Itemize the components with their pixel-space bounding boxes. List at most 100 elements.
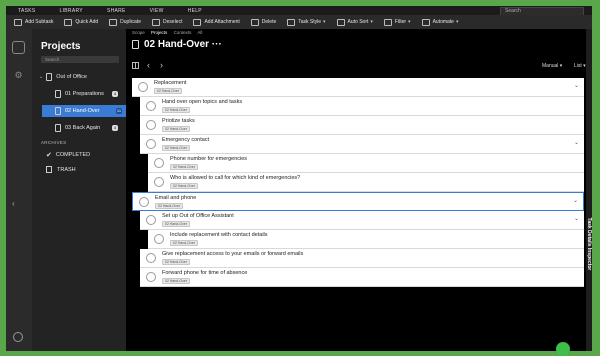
task-row-emergency-contact[interactable]: Emergency contact 02 Hand-Over ⌄ (140, 135, 584, 154)
task-row-who-may-call[interactable]: Who is allowed to call for which kind of… (148, 173, 584, 192)
add-attachment-label: Add Attachment (204, 19, 240, 25)
left-rail: ⚙ ‹ (6, 29, 32, 351)
document-icon (55, 124, 61, 132)
menu-share[interactable]: SHARE (95, 8, 138, 14)
task-checkbox[interactable] (154, 177, 164, 187)
menu-tasks[interactable]: TASKS (6, 8, 48, 14)
delete-icon (250, 18, 259, 26)
sidebar-item-out-of-office[interactable]: ⌄ Out of Office (39, 71, 122, 83)
expand-chevron-icon[interactable]: ⌄ (573, 197, 578, 204)
quick-add-label: Quick Add (75, 19, 99, 25)
forward-arrow-icon[interactable]: › (160, 60, 163, 70)
sidebar-item-completed[interactable]: ✔ COMPLETED (46, 151, 90, 159)
expand-chevron-icon[interactable]: ⌄ (574, 215, 579, 222)
task-name: Replacement (154, 80, 187, 86)
quick-add-icon (64, 18, 73, 26)
automate-button[interactable]: Automate ▾ (421, 18, 459, 26)
task-checkbox[interactable] (154, 158, 164, 168)
project-tag: 02 Hand-Over (154, 88, 182, 94)
task-row-priotize[interactable]: Priotize tasks 02 Hand-Over (140, 116, 584, 135)
task-checkbox[interactable] (146, 120, 156, 130)
sidebar-search-input[interactable]: Search (41, 56, 119, 63)
chevron-down-icon: ▾ (559, 63, 563, 69)
sidebar-item-02-hand-over[interactable]: 02 Hand-Over 11 (42, 105, 126, 117)
delete-label: Delete (261, 19, 277, 25)
sidebar-item-01-preparations[interactable]: 01 Preparations 4 (47, 88, 122, 100)
task-checkbox[interactable] (154, 234, 164, 244)
task-checkbox[interactable] (146, 215, 156, 225)
sort-mode-select[interactable]: Manual ▾ (542, 63, 562, 69)
task-checkbox[interactable] (146, 253, 156, 263)
add-subtask-button[interactable]: Add Subtask (14, 18, 53, 26)
task-style-icon (287, 18, 296, 26)
automate-icon (421, 18, 430, 26)
user-avatar-icon[interactable] (13, 332, 23, 342)
menu-library[interactable]: LIBRARY (48, 8, 95, 14)
delete-button[interactable]: Delete (250, 18, 277, 26)
sidebar-item-label: Out of Office (56, 74, 87, 80)
task-row-email-and-phone[interactable]: Email and phone 02 Hand-Over ⌄ (132, 192, 584, 211)
breadcrumb-scope: Scope (132, 30, 145, 35)
task-row-replacement[interactable]: Replacement 02 Hand-Over ⌄ (132, 78, 584, 97)
project-tag: 02 Hand-Over (162, 126, 190, 132)
page-title[interactable]: 02 Hand-Over ··· (144, 39, 222, 50)
contexts-view-icon[interactable]: ⚙ (12, 69, 25, 82)
task-name: Email and phone (155, 195, 197, 201)
sidebar-item-trash[interactable]: TRASH (46, 166, 76, 173)
expand-chevron-icon[interactable]: ⌄ (574, 82, 579, 89)
task-checkbox[interactable] (146, 139, 156, 149)
filter-button[interactable]: Filter ▾ (383, 18, 411, 26)
task-checkbox[interactable] (138, 82, 148, 92)
task-style-button[interactable]: Task Style ▾ (287, 18, 326, 26)
view-nav-row: ‹ › (132, 60, 173, 70)
menu-help[interactable]: HELP (176, 8, 214, 14)
sidebar-item-label: TRASH (57, 166, 76, 173)
add-task-fab[interactable] (556, 342, 570, 356)
quick-add-button[interactable]: Quick Add (64, 18, 99, 26)
archives-heading: ARCHIVES (41, 140, 67, 145)
task-row-hand-over[interactable]: Hand over open topics and tasks 02 Hand-… (140, 97, 584, 116)
breadcrumb-projects[interactable]: Projects (151, 30, 167, 35)
back-arrow-icon[interactable]: ‹ (147, 60, 150, 70)
collapse-sidebar-icon[interactable]: ‹ (12, 199, 15, 208)
document-icon (55, 90, 61, 98)
auto-sort-button[interactable]: Auto Sort ▾ (336, 18, 373, 26)
breadcrumb-contexts[interactable]: Contexts (174, 30, 192, 35)
task-row-forward-phone[interactable]: Forward phone for time of absence 02 Han… (140, 268, 584, 287)
projects-view-icon[interactable] (12, 41, 25, 54)
chevron-down-icon: ▾ (370, 19, 373, 25)
task-name: Phone number for emergencies (170, 156, 248, 162)
chevron-down-icon: ▾ (455, 19, 459, 25)
task-checkbox[interactable] (139, 197, 149, 207)
chevron-down-icon: ⌄ (39, 74, 44, 80)
sidebar-item-03-back-again[interactable]: 03 Back Again 4 (47, 122, 122, 134)
task-details-inspector-tab[interactable]: Task Details Inspector (581, 196, 592, 296)
task-row-out-of-office-assistant[interactable]: Set up Out of Office Assistant 02 Hand-O… (140, 211, 584, 230)
menu-view[interactable]: VIEW (138, 8, 176, 14)
task-row-include-replacement[interactable]: Include replacement with contact details… (148, 230, 584, 249)
task-name: Hand over open topics and tasks (162, 99, 243, 105)
inspector-panel[interactable] (586, 29, 592, 351)
menu-bar: TASKS LIBRARY SHARE VIEW HELP Search (6, 6, 592, 16)
duplicate-button[interactable]: Duplicate (109, 18, 141, 26)
breadcrumb: Scope Projects Contexts All (132, 30, 207, 35)
breadcrumb-all[interactable]: All (197, 30, 202, 35)
project-tag: 02 Hand-Over (170, 183, 198, 189)
add-attachment-button[interactable]: Add Attachment (193, 18, 240, 26)
task-checkbox[interactable] (146, 272, 156, 282)
sidebar-item-label: 01 Preparations (65, 91, 104, 97)
grid-view-icon[interactable] (132, 61, 139, 69)
task-count-badge: 11 (116, 108, 122, 114)
task-checkbox[interactable] (146, 101, 156, 111)
duplicate-icon (109, 18, 118, 26)
task-row-phone-number[interactable]: Phone number for emergencies 02 Hand-Ove… (148, 154, 584, 173)
task-count-badge: 4 (112, 125, 118, 131)
project-tag: 02 Hand-Over (155, 203, 183, 209)
deselect-button[interactable]: Deselect (152, 18, 183, 26)
deselect-label: Deselect (163, 19, 183, 25)
task-row-give-access[interactable]: Give replacement access to your emails o… (140, 249, 584, 268)
task-name: Include replacement with contact details (170, 232, 268, 238)
chevron-down-icon: ▾ (408, 19, 411, 25)
expand-chevron-icon[interactable]: ⌄ (574, 139, 579, 146)
layout-select[interactable]: List ▾ (574, 63, 586, 69)
